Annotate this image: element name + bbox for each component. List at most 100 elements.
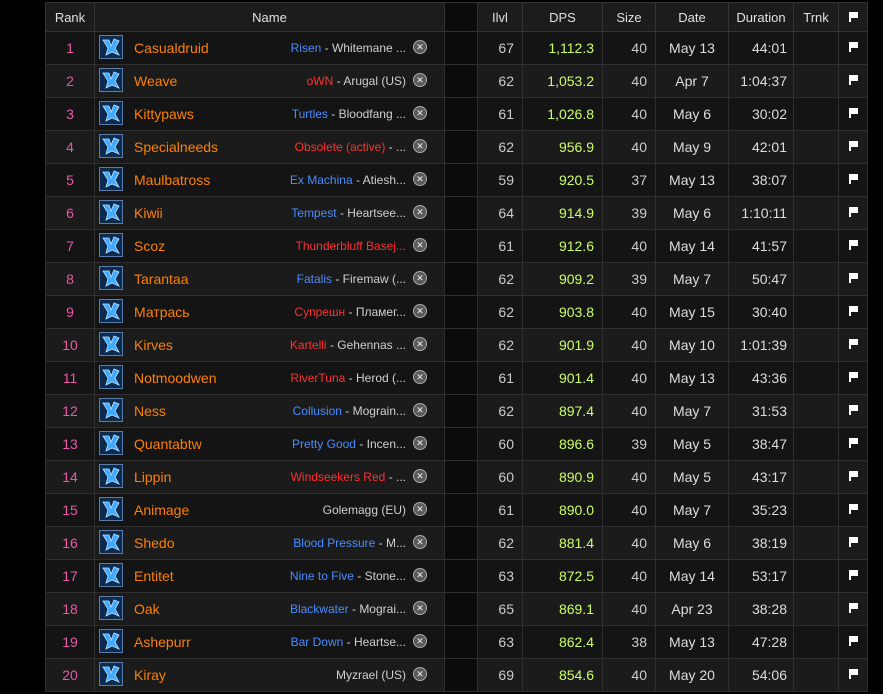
player-name[interactable]: Kirves bbox=[134, 337, 173, 353]
flag-icon[interactable] bbox=[848, 240, 858, 250]
report-cell[interactable] bbox=[838, 625, 868, 659]
player-name[interactable]: Shedo bbox=[134, 535, 174, 551]
armory-link-icon[interactable]: ✕ bbox=[413, 370, 427, 384]
player-name[interactable]: Entitet bbox=[134, 568, 174, 584]
guild-name[interactable]: Obsolete (active) bbox=[295, 140, 386, 154]
guild-name[interactable]: Collusion bbox=[293, 404, 342, 418]
armory-link-icon[interactable]: ✕ bbox=[413, 205, 427, 219]
armory-link-icon[interactable]: ✕ bbox=[413, 106, 427, 120]
flag-icon[interactable] bbox=[848, 537, 858, 547]
col-header-rank[interactable]: Rank bbox=[45, 2, 95, 32]
player-name[interactable]: Kiwii bbox=[134, 205, 163, 221]
report-cell[interactable] bbox=[838, 493, 868, 527]
armory-link-icon[interactable]: ✕ bbox=[413, 73, 427, 87]
armory-link-icon[interactable]: ✕ bbox=[413, 139, 427, 153]
flag-icon[interactable] bbox=[848, 570, 858, 580]
table-row[interactable]: 16 Shedo Blood Pressure - M... ✕ 62 881.4 40 Ma… bbox=[45, 526, 868, 560]
player-name[interactable]: Quantabtw bbox=[134, 436, 202, 452]
armory-link-icon[interactable]: ✕ bbox=[413, 40, 427, 54]
armory-link-icon[interactable]: ✕ bbox=[413, 535, 427, 549]
player-name[interactable]: Kiray bbox=[134, 667, 166, 683]
guild-name[interactable]: Risen bbox=[291, 41, 322, 55]
report-cell[interactable] bbox=[838, 559, 868, 593]
report-cell[interactable] bbox=[838, 427, 868, 461]
report-cell[interactable] bbox=[838, 31, 868, 65]
col-header-date[interactable]: Date bbox=[655, 2, 729, 32]
table-row[interactable]: 14 Lippin Windseekers Red - ... ✕ 60 890.9 40 M… bbox=[45, 460, 868, 494]
armory-link-icon[interactable]: ✕ bbox=[413, 568, 427, 582]
flag-icon[interactable] bbox=[848, 603, 858, 613]
report-cell[interactable] bbox=[838, 658, 868, 692]
armory-link-icon[interactable]: ✕ bbox=[413, 436, 427, 450]
armory-link-icon[interactable]: ✕ bbox=[413, 634, 427, 648]
player-name[interactable]: Ashepurr bbox=[134, 634, 191, 650]
table-row[interactable]: 12 Ness Collusion - Mograin... ✕ 62 897.4 40 Ma… bbox=[45, 394, 868, 428]
report-cell[interactable] bbox=[838, 262, 868, 296]
flag-icon[interactable] bbox=[848, 438, 858, 448]
player-name[interactable]: Kittypaws bbox=[134, 106, 194, 122]
report-cell[interactable] bbox=[838, 526, 868, 560]
flag-icon[interactable] bbox=[848, 108, 858, 118]
flag-icon[interactable] bbox=[848, 141, 858, 151]
guild-name[interactable]: Fatalis bbox=[297, 272, 332, 286]
table-row[interactable]: 20 Kiray Myzrael (US) ✕ 69 854.6 40 May 20 54:06 bbox=[45, 658, 868, 692]
report-cell[interactable] bbox=[838, 130, 868, 164]
guild-name[interactable]: Windseekers Red bbox=[291, 470, 386, 484]
armory-link-icon[interactable]: ✕ bbox=[413, 304, 427, 318]
player-name[interactable]: Weave bbox=[134, 73, 177, 89]
player-name[interactable]: Animage bbox=[134, 502, 189, 518]
report-cell[interactable] bbox=[838, 592, 868, 626]
flag-icon[interactable] bbox=[848, 504, 858, 514]
table-row[interactable]: 2 Weave oWN - Arugal (US) ✕ 62 1,053.2 40 Apr 7… bbox=[45, 64, 868, 98]
flag-icon[interactable] bbox=[848, 306, 858, 316]
player-name[interactable]: Ness bbox=[134, 403, 166, 419]
table-row[interactable]: 18 Oak Blackwater - Mograi... ✕ 65 869.1 40 Apr… bbox=[45, 592, 868, 626]
table-row[interactable]: 13 Quantabtw Pretty Good - Incen... ✕ 60 896.… bbox=[45, 427, 868, 461]
table-row[interactable]: 4 Specialneeds Obsolete (active) - ... ✕ 62 9… bbox=[45, 130, 868, 164]
guild-name[interactable]: Ex Machina bbox=[290, 173, 353, 187]
table-row[interactable]: 3 Kittypaws Turtles - Bloodfang ... ✕ 61 1,02… bbox=[45, 97, 868, 131]
armory-link-icon[interactable]: ✕ bbox=[413, 469, 427, 483]
flag-icon[interactable] bbox=[848, 75, 858, 85]
table-row[interactable]: 15 Animage Golemagg (EU) ✕ 61 890.0 40 May 7 35:… bbox=[45, 493, 868, 527]
col-header-dps[interactable]: DPS bbox=[522, 2, 603, 32]
report-cell[interactable] bbox=[838, 328, 868, 362]
flag-icon[interactable] bbox=[848, 636, 858, 646]
guild-name[interactable]: Blackwater bbox=[290, 602, 349, 616]
player-name[interactable]: Oak bbox=[134, 601, 160, 617]
guild-name[interactable]: oWN bbox=[307, 74, 334, 88]
table-row[interactable]: 11 Notmoodwen RiverTuna - Herod (... ✕ 61 901… bbox=[45, 361, 868, 395]
armory-link-icon[interactable]: ✕ bbox=[413, 601, 427, 615]
report-cell[interactable] bbox=[838, 64, 868, 98]
guild-name[interactable]: Nine to Five bbox=[290, 569, 354, 583]
player-name[interactable]: Notmoodwen bbox=[134, 370, 217, 386]
col-header-report[interactable] bbox=[838, 2, 868, 32]
report-cell[interactable] bbox=[838, 163, 868, 197]
report-cell[interactable] bbox=[838, 460, 868, 494]
guild-name[interactable]: Turtles bbox=[292, 107, 328, 121]
armory-link-icon[interactable]: ✕ bbox=[413, 271, 427, 285]
col-header-trnk[interactable]: Trnk bbox=[793, 2, 839, 32]
flag-icon[interactable] bbox=[848, 273, 858, 283]
flag-icon[interactable] bbox=[848, 471, 858, 481]
armory-link-icon[interactable]: ✕ bbox=[413, 238, 427, 252]
flag-icon[interactable] bbox=[848, 207, 858, 217]
player-name[interactable]: Maulbatross bbox=[134, 172, 210, 188]
table-row[interactable]: 7 Scoz Thunderbluff Basej... ✕ 61 912.6 40 May … bbox=[45, 229, 868, 263]
guild-name[interactable]: Blood Pressure bbox=[293, 536, 375, 550]
flag-icon[interactable] bbox=[848, 669, 858, 679]
report-cell[interactable] bbox=[838, 229, 868, 263]
player-name[interactable]: Матрась bbox=[134, 304, 190, 320]
flag-icon[interactable] bbox=[848, 339, 858, 349]
player-name[interactable]: Specialneeds bbox=[134, 139, 218, 155]
report-cell[interactable] bbox=[838, 196, 868, 230]
armory-link-icon[interactable]: ✕ bbox=[413, 172, 427, 186]
flag-icon[interactable] bbox=[848, 405, 858, 415]
report-cell[interactable] bbox=[838, 361, 868, 395]
col-header-name[interactable]: Name bbox=[94, 2, 445, 32]
guild-name[interactable]: Thunderbluff Basej... bbox=[295, 239, 406, 253]
table-row[interactable]: 6 Kiwii Tempest - Heartsee... ✕ 64 914.9 39 May… bbox=[45, 196, 868, 230]
armory-link-icon[interactable]: ✕ bbox=[413, 403, 427, 417]
table-row[interactable]: 1 Casualdruid Risen - Whitemane ... ✕ 67 1,11… bbox=[45, 31, 868, 65]
armory-link-icon[interactable]: ✕ bbox=[413, 337, 427, 351]
